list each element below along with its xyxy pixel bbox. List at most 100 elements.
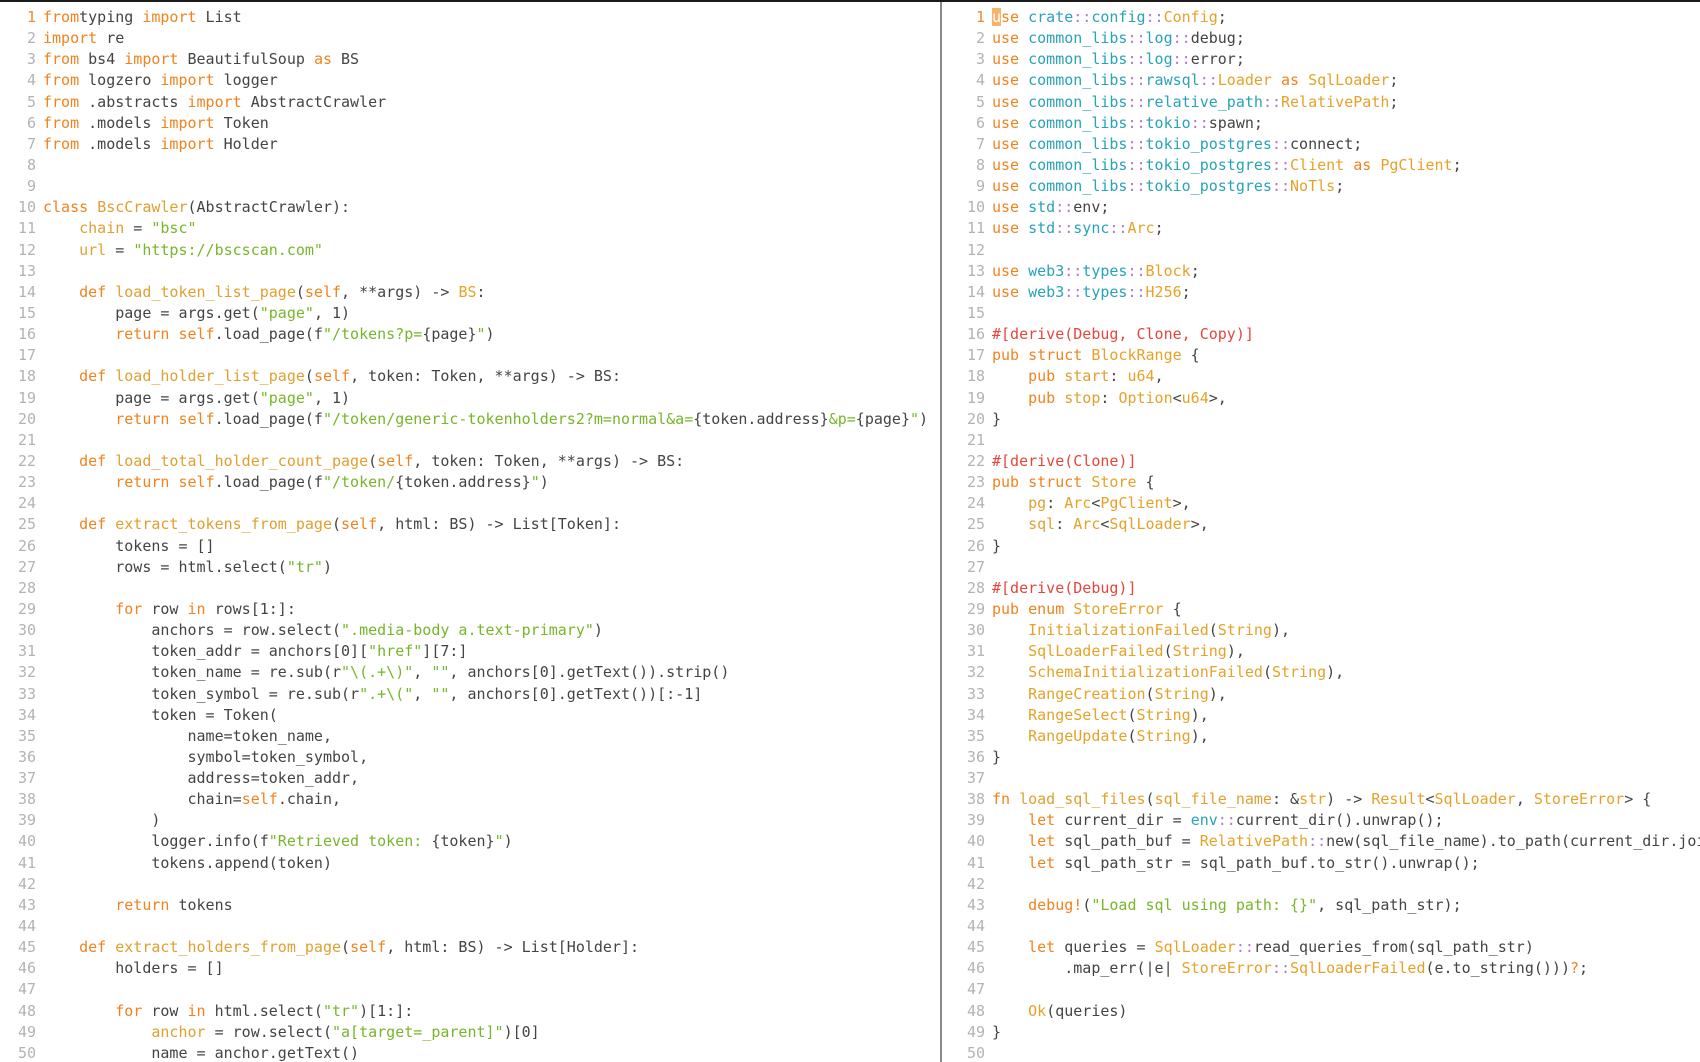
code-line[interactable]: 29 pub enum StoreError { — [942, 599, 1700, 620]
code-line[interactable]: 12 url = "https://bscscan.com" — [0, 240, 940, 261]
code-line[interactable]: 15 page = args.get("page", 1) — [0, 303, 940, 324]
code-line[interactable]: 20} — [942, 409, 1700, 430]
code-line[interactable]: 46 .map_err(|e| StoreError::SqlLoaderFai… — [942, 958, 1700, 979]
code-line[interactable]: 49} — [942, 1022, 1700, 1043]
code-line[interactable]: 6 from .models import Token — [0, 113, 940, 134]
code-line[interactable]: 9 use common_libs::tokio_postgres::NoTls; — [942, 176, 1700, 197]
code-line[interactable]: 24 — [0, 493, 940, 514]
code-line[interactable]: 38 chain=self.chain, — [0, 789, 940, 810]
code-line[interactable]: 14 def load_token_list_page(self, **args… — [0, 282, 940, 303]
code-line[interactable]: 3 use common_libs::log::error; — [942, 49, 1700, 70]
code-line[interactable]: 34 RangeSelect(String), — [942, 705, 1700, 726]
code-line[interactable]: 32 SchemaInitializationFailed(String), — [942, 662, 1700, 683]
code-line[interactable]: 37 — [942, 768, 1700, 789]
code-line[interactable]: 6 use common_libs::tokio::spawn; — [942, 113, 1700, 134]
code-line[interactable]: 26} — [942, 536, 1700, 557]
code-line[interactable]: 19 pub stop: Option<u64>, — [942, 388, 1700, 409]
code-line[interactable]: 25 sql: Arc<SqlLoader>, — [942, 514, 1700, 535]
code-line[interactable]: 36 symbol=token_symbol, — [0, 747, 940, 768]
code-line[interactable]: 41 tokens.append(token) — [0, 853, 940, 874]
code-line[interactable]: 19 page = args.get("page", 1) — [0, 388, 940, 409]
code-line[interactable]: 12 — [942, 240, 1700, 261]
code-line[interactable]: 49 anchor = row.select("a[target=_parent… — [0, 1022, 940, 1043]
code-line[interactable]: 4 from logzero import logger — [0, 70, 940, 91]
code-area-python[interactable]: 1 fromtyping import List 2 import re 3 from b… — [0, 2, 940, 1062]
code-line[interactable]: 2 import re — [0, 28, 940, 49]
code-line[interactable]: 1 use crate::config::Config; — [942, 7, 1700, 28]
code-line[interactable]: 40 logger.info(f"Retrieved token: {token… — [0, 831, 940, 852]
code-line[interactable]: 18 pub start: u64, — [942, 366, 1700, 387]
code-line[interactable]: 31 SqlLoaderFailed(String), — [942, 641, 1700, 662]
code-line[interactable]: 5 from .abstracts import AbstractCrawler — [0, 92, 940, 113]
code-line[interactable]: 29 for row in rows[1:]: — [0, 599, 940, 620]
code-line[interactable]: 10 class BscCrawler(AbstractCrawler): — [0, 197, 940, 218]
code-line[interactable]: 8 — [0, 155, 940, 176]
code-line[interactable]: 11 chain = "bsc" — [0, 218, 940, 239]
code-line[interactable]: 23 return self.load_page(f"/token/{token… — [0, 472, 940, 493]
code-line[interactable]: 30 anchors = row.select(".media-body a.t… — [0, 620, 940, 641]
code-line[interactable]: 7 from .models import Holder — [0, 134, 940, 155]
code-line[interactable]: 46 holders = [] — [0, 958, 940, 979]
code-line[interactable]: 9 — [0, 176, 940, 197]
code-line[interactable]: 26 tokens = [] — [0, 536, 940, 557]
code-line[interactable]: 37 address=token_addr, — [0, 768, 940, 789]
code-line[interactable]: 47 — [942, 979, 1700, 1000]
code-line[interactable]: 50 name = anchor.getText() — [0, 1043, 940, 1062]
editor-pane-left[interactable]: 1 fromtyping import List 2 import re 3 from b… — [0, 2, 942, 1062]
code-line[interactable]: 21 — [0, 430, 940, 451]
code-line[interactable]: 27 — [942, 557, 1700, 578]
code-line[interactable]: 14 use web3::types::H256; — [942, 282, 1700, 303]
code-line[interactable]: 3 from bs4 import BeautifulSoup as BS — [0, 49, 940, 70]
code-line[interactable]: 5 use common_libs::relative_path::Relativ… — [942, 92, 1700, 113]
code-line[interactable]: 31 token_addr = anchors[0]["href"][7:] — [0, 641, 940, 662]
code-line[interactable]: 48 Ok(queries) — [942, 1001, 1700, 1022]
code-line[interactable]: 27 rows = html.select("tr") — [0, 557, 940, 578]
code-line[interactable]: 35 name=token_name, — [0, 726, 940, 747]
code-line[interactable]: 42 — [942, 874, 1700, 895]
code-line[interactable]: 17 pub struct BlockRange { — [942, 345, 1700, 366]
code-line[interactable]: 33 RangeCreation(String), — [942, 684, 1700, 705]
code-line[interactable]: 42 — [0, 874, 940, 895]
code-line[interactable]: 25 def extract_tokens_from_page(self, ht… — [0, 514, 940, 535]
code-line[interactable]: 28 — [0, 578, 940, 599]
code-line[interactable]: 13 use web3::types::Block; — [942, 261, 1700, 282]
code-line[interactable]: 44 — [942, 916, 1700, 937]
code-line[interactable]: 16 #[derive(Debug, Clone, Copy)] — [942, 324, 1700, 345]
code-line[interactable]: 17 — [0, 345, 940, 366]
code-line[interactable]: 20 return self.load_page(f"/token/generi… — [0, 409, 940, 430]
code-line[interactable]: 47 — [0, 979, 940, 1000]
code-line[interactable]: 34 token = Token( — [0, 705, 940, 726]
code-line[interactable]: 45 let queries = SqlLoader::read_queries… — [942, 937, 1700, 958]
code-line[interactable]: 21 — [942, 430, 1700, 451]
code-line[interactable]: 36} — [942, 747, 1700, 768]
code-line[interactable]: 11 use std::sync::Arc; — [942, 218, 1700, 239]
code-line[interactable]: 22 #[derive(Clone)] — [942, 451, 1700, 472]
code-line[interactable]: 23 pub struct Store { — [942, 472, 1700, 493]
code-line[interactable]: 38 fn load_sql_files(sql_file_name: &str)… — [942, 789, 1700, 810]
code-line[interactable]: 28 #[derive(Debug)] — [942, 578, 1700, 599]
code-line[interactable]: 43 return tokens — [0, 895, 940, 916]
code-line[interactable]: 7 use common_libs::tokio_postgres::connec… — [942, 134, 1700, 155]
code-line[interactable]: 50 — [942, 1043, 1700, 1062]
code-line[interactable]: 10 use std::env; — [942, 197, 1700, 218]
code-line[interactable]: 44 — [0, 916, 940, 937]
editor-pane-right[interactable]: 1 use crate::config::Config; 2 use common_l… — [942, 2, 1700, 1062]
code-line[interactable]: 1 fromtyping import List — [0, 7, 940, 28]
code-line[interactable]: 2 use common_libs::log::debug; — [942, 28, 1700, 49]
code-area-rust[interactable]: 1 use crate::config::Config; 2 use common_l… — [942, 2, 1700, 1062]
code-line[interactable]: 15 — [942, 303, 1700, 324]
code-line[interactable]: 45 def extract_holders_from_page(self, h… — [0, 937, 940, 958]
code-line[interactable]: 22 def load_total_holder_count_page(self… — [0, 451, 940, 472]
code-line[interactable]: 4 use common_libs::rawsql::Loader as SqlL… — [942, 70, 1700, 91]
code-line[interactable]: 35 RangeUpdate(String), — [942, 726, 1700, 747]
code-line[interactable]: 32 token_name = re.sub(r"\(.+\)", "", an… — [0, 662, 940, 683]
code-line[interactable]: 39 ) — [0, 810, 940, 831]
code-line[interactable]: 43 debug!("Load sql using path: {}", sql… — [942, 895, 1700, 916]
code-line[interactable]: 48 for row in html.select("tr")[1:]: — [0, 1001, 940, 1022]
code-line[interactable]: 30 InitializationFailed(String), — [942, 620, 1700, 641]
code-line[interactable]: 8 use common_libs::tokio_postgres::Client… — [942, 155, 1700, 176]
code-line[interactable]: 33 token_symbol = re.sub(r".+\(", "", an… — [0, 684, 940, 705]
code-line[interactable]: 41 let sql_path_str = sql_path_buf.to_st… — [942, 853, 1700, 874]
code-line[interactable]: 24 pg: Arc<PgClient>, — [942, 493, 1700, 514]
code-line[interactable]: 13 — [0, 261, 940, 282]
